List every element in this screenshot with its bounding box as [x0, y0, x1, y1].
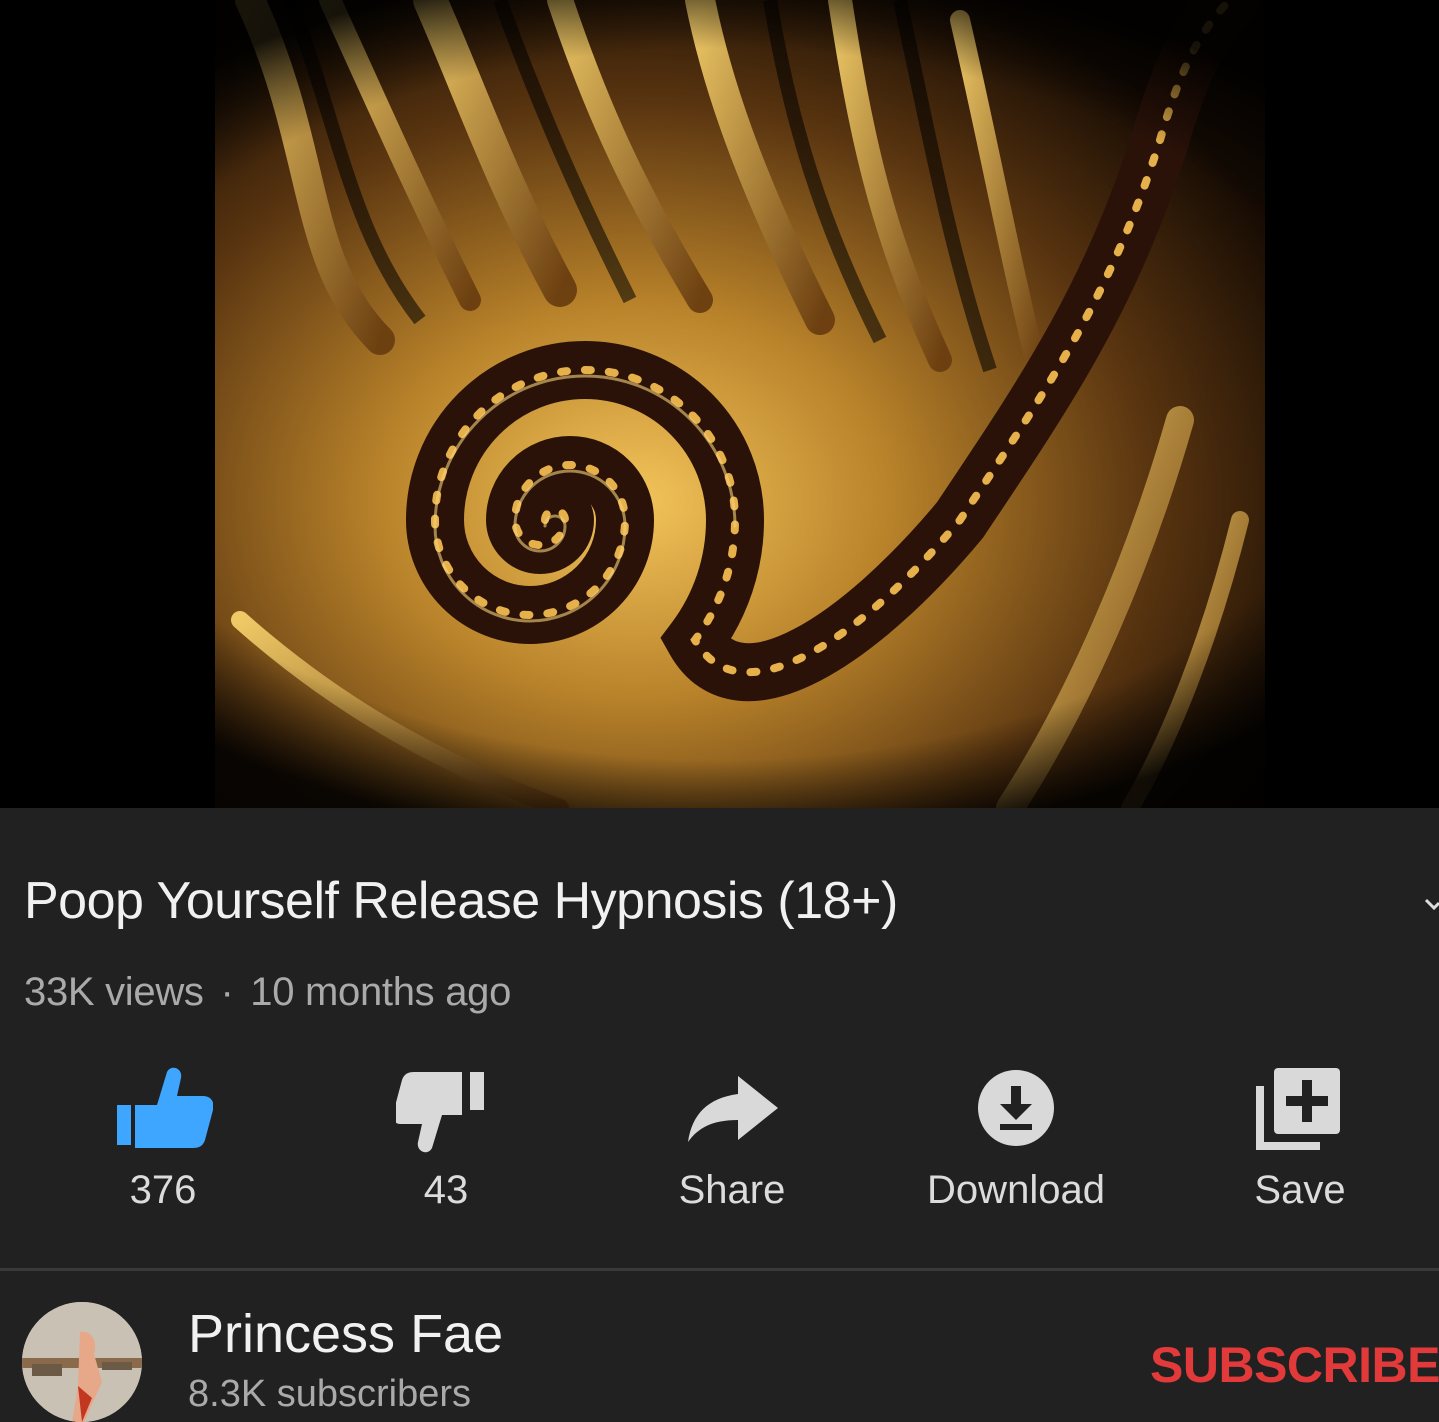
section-divider — [0, 1268, 1439, 1271]
chevron-down-icon[interactable] — [1424, 896, 1439, 916]
like-button[interactable]: 376 — [43, 1060, 283, 1230]
video-meta: 33K views · 10 months ago — [24, 966, 511, 1018]
upload-age: 10 months ago — [250, 970, 512, 1014]
share-arrow-icon — [688, 1076, 778, 1142]
video-title: Poop Yourself Release Hypnosis (18+) — [24, 872, 898, 930]
dislike-button[interactable]: 43 — [326, 1060, 566, 1230]
thumbs-up-icon — [117, 1067, 213, 1148]
meta-separator: · — [220, 970, 234, 1014]
thumbs-down-icon — [396, 1072, 484, 1153]
video-thumbnail — [0, 0, 1439, 808]
playlist-add-icon — [1256, 1068, 1340, 1150]
download-label: Download — [927, 1168, 1105, 1212]
subscribe-button[interactable]: SUBSCRIBE — [1150, 1334, 1439, 1396]
channel-avatar[interactable] — [22, 1302, 142, 1422]
like-count: 376 — [129, 1168, 197, 1212]
share-button[interactable]: Share — [612, 1060, 852, 1230]
video-player[interactable] — [0, 0, 1439, 808]
channel-name[interactable]: Princess Fae — [188, 1302, 503, 1366]
save-label: Save — [1254, 1168, 1346, 1212]
share-label: Share — [678, 1168, 786, 1212]
view-count: 33K views — [24, 970, 204, 1014]
save-button[interactable]: Save — [1180, 1060, 1420, 1230]
download-button[interactable]: Download — [896, 1060, 1136, 1230]
avatar-image — [22, 1302, 142, 1422]
dislike-count: 43 — [423, 1168, 469, 1212]
download-icon — [978, 1070, 1054, 1146]
